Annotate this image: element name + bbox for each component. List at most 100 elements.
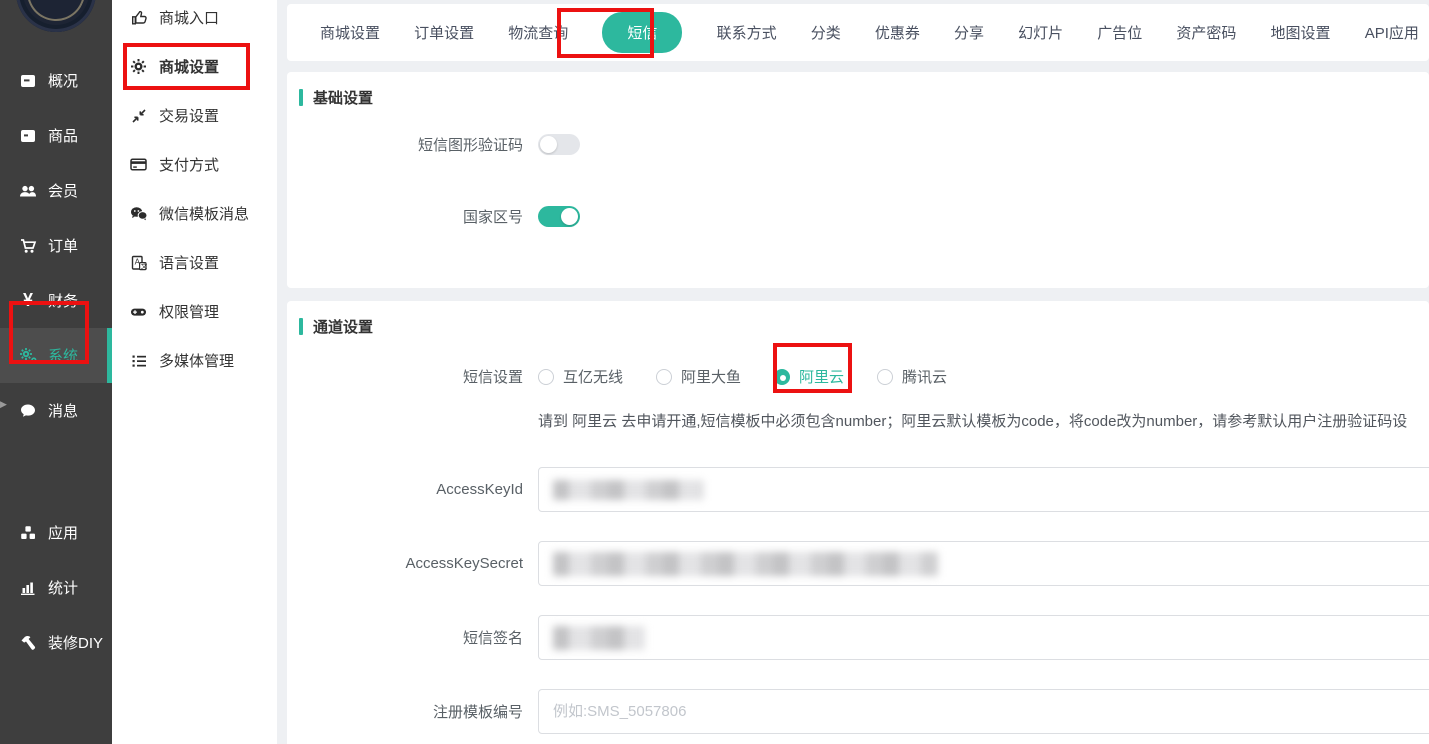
tab-coupons[interactable]: 优惠券 (875, 22, 920, 43)
tab-contact-info[interactable]: 联系方式 (717, 22, 777, 43)
sidebar-item-members[interactable]: 会员 (0, 163, 112, 218)
submenu-item-language-settings[interactable]: A文 语言设置 (112, 238, 277, 287)
sms-signature-input[interactable] (538, 615, 1429, 660)
app-logo (0, 0, 112, 30)
section-title: 基础设置 (313, 87, 373, 108)
sidebar-item-label: 会员 (48, 180, 78, 201)
submenu-item-label: 权限管理 (159, 301, 219, 322)
svg-text:文: 文 (140, 261, 146, 270)
form-row-sms-captcha: 短信图形验证码 (287, 134, 1429, 155)
accesskeyid-input[interactable] (538, 467, 1429, 512)
submenu-item-label: 微信模板消息 (159, 203, 249, 224)
secondary-nav: 商城入口 商城设置 交易设置 支付方式 微信模板消息 A文 语言设置 权限管理 (112, 0, 277, 385)
sidebar-item-label: 消息 (48, 400, 78, 421)
overview-icon (17, 73, 39, 89)
sidebar-item-label: 财务 (48, 290, 78, 311)
submenu-item-payment-methods[interactable]: 支付方式 (112, 140, 277, 189)
sidebar-item-goods[interactable]: 商品 (0, 108, 112, 163)
radio-circle-icon (538, 369, 554, 385)
form-row-country-code: 国家区号 (287, 206, 1429, 227)
submenu-item-label: 支付方式 (159, 154, 219, 175)
toggle-knob (561, 208, 578, 225)
tab-logistics-query[interactable]: 物流查询 (508, 22, 568, 43)
primary-sidebar: 概况 商品 会员 订单 ¥ 财务 系统 消息 应用 (0, 0, 112, 744)
members-icon (17, 183, 39, 199)
form-row-register-template: 注册模板编号 (287, 689, 1429, 734)
section-title: 通道设置 (313, 316, 373, 337)
settings-tab-bar: 商城设置 订单设置 物流查询 短信 联系方式 分类 优惠券 分享 幻灯片 广告位… (287, 4, 1429, 61)
sidebar-item-label: 系统 (48, 345, 78, 366)
media-list-icon (129, 354, 148, 368)
submenu-item-mall-entry[interactable]: 商城入口 (112, 0, 277, 42)
radio-aliyun[interactable]: 阿里云 (774, 366, 844, 387)
redacted-value (553, 552, 938, 576)
sms-captcha-toggle[interactable] (538, 134, 580, 155)
sidebar-item-label: 应用 (48, 522, 78, 543)
tab-slideshow[interactable]: 幻灯片 (1018, 22, 1063, 43)
tab-sms[interactable]: 短信 (602, 12, 682, 53)
radio-circle-icon (774, 369, 790, 385)
accesskeysecret-input[interactable] (538, 541, 1429, 586)
tab-categories[interactable]: 分类 (811, 22, 841, 43)
register-template-input[interactable] (538, 689, 1429, 734)
form-row-accesskeysecret: AccessKeySecret (287, 541, 1429, 586)
submenu-item-mall-settings[interactable]: 商城设置 (112, 42, 277, 91)
secondary-sidebar: 商城入口 商城设置 交易设置 支付方式 微信模板消息 A文 语言设置 权限管理 (112, 0, 277, 744)
submenu-item-trade-settings[interactable]: 交易设置 (112, 91, 277, 140)
sidebar-item-orders[interactable]: 订单 (0, 218, 112, 273)
sidebar-item-overview[interactable]: 概况 (0, 53, 112, 108)
primary-nav: 概况 商品 会员 订单 ¥ 财务 系统 消息 应用 (0, 30, 112, 670)
channel-settings-card: 通道设置 短信设置 互亿无线 阿里大鱼 阿里云 腾讯云 (287, 301, 1429, 744)
sidebar-item-apps[interactable]: 应用 (0, 505, 112, 560)
apps-icon (17, 525, 39, 541)
credit-card-icon (129, 157, 148, 172)
tab-order-settings[interactable]: 订单设置 (414, 22, 474, 43)
sidebar-item-system[interactable]: 系统 (0, 328, 112, 383)
compress-arrows-icon (129, 108, 148, 124)
submenu-item-label: 多媒体管理 (159, 350, 234, 371)
section-accent-bar (299, 89, 303, 106)
submenu-item-wechat-template-messages[interactable]: 微信模板消息 (112, 189, 277, 238)
radio-circle-icon (877, 369, 893, 385)
radio-label: 腾讯云 (902, 366, 947, 387)
sms-provider-radio-group: 互亿无线 阿里大鱼 阿里云 腾讯云 (538, 366, 980, 387)
basic-settings-card: 基础设置 短信图形验证码 国家区号 (287, 72, 1429, 288)
country-code-toggle[interactable] (538, 206, 580, 227)
section-accent-bar (299, 318, 303, 335)
submenu-item-permission-management[interactable]: 权限管理 (112, 287, 277, 336)
sidebar-collapse-handle[interactable]: ▶ (0, 399, 7, 410)
sidebar-item-label: 概况 (48, 70, 78, 91)
field-label: AccessKeySecret (287, 555, 523, 572)
tab-api-apps[interactable]: API应用 (1365, 22, 1419, 43)
sidebar-item-label: 统计 (48, 577, 78, 598)
field-label: 短信签名 (287, 627, 523, 648)
field-label: 国家区号 (287, 206, 523, 227)
language-icon: A文 (129, 255, 148, 271)
tab-asset-password[interactable]: 资产密码 (1176, 22, 1236, 43)
field-label: AccessKeyId (287, 481, 523, 498)
tab-map-settings[interactable]: 地图设置 (1271, 22, 1331, 43)
radio-ihuyi[interactable]: 互亿无线 (538, 366, 623, 387)
submenu-item-label: 语言设置 (159, 252, 219, 273)
sidebar-item-messages[interactable]: 消息 (0, 383, 112, 438)
radio-label: 阿里大鱼 (681, 366, 741, 387)
sidebar-item-diy[interactable]: 装修DIY (0, 615, 112, 670)
submenu-item-label: 交易设置 (159, 105, 219, 126)
radio-alidayu[interactable]: 阿里大鱼 (656, 366, 741, 387)
submenu-item-media-management[interactable]: 多媒体管理 (112, 336, 277, 385)
logo-icon[interactable] (16, 0, 96, 32)
tab-mall-settings[interactable]: 商城设置 (320, 22, 380, 43)
radio-tencent-cloud[interactable]: 腾讯云 (877, 366, 947, 387)
diy-icon (17, 635, 39, 651)
tab-ad-slots[interactable]: 广告位 (1097, 22, 1142, 43)
tab-share[interactable]: 分享 (954, 22, 984, 43)
sidebar-item-finance[interactable]: ¥ 财务 (0, 273, 112, 328)
main-content: 商城设置 订单设置 物流查询 短信 联系方式 分类 优惠券 分享 幻灯片 广告位… (277, 0, 1429, 744)
gear-icon (129, 58, 148, 75)
section-header-basic: 基础设置 (287, 72, 1429, 108)
system-icon (17, 347, 39, 364)
sidebar-item-stats[interactable]: 统计 (0, 560, 112, 615)
messages-icon (17, 403, 39, 418)
finance-icon: ¥ (17, 290, 39, 311)
field-label: 注册模板编号 (287, 701, 523, 722)
